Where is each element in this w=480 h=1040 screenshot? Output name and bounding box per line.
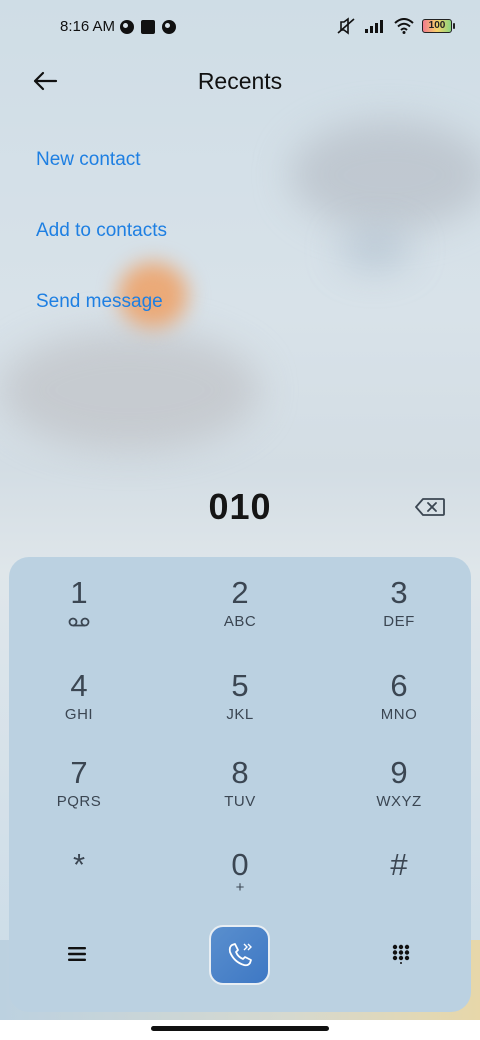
key-5[interactable]: 5 JKL [170,668,310,746]
key-digit: 1 [70,575,88,610]
key-letters: TUV [224,793,256,810]
key-letters: ABC [223,613,257,630]
key-digit: 6 [390,668,408,703]
key-letters: GHI [64,706,94,723]
background-blur [290,120,480,230]
mute-icon [337,17,355,35]
background-blur [340,230,410,270]
wifi-icon [394,18,414,34]
key-digit: 5 [231,668,249,703]
key-digit: 8 [231,755,249,790]
battery-icon: 100 [422,19,455,33]
status-bar: 8:16 AM 100 [0,0,480,56]
key-4[interactable]: 4 GHI [9,668,149,746]
add-to-contacts-link[interactable]: Add to contacts [36,220,167,242]
key-letters: PQRS [56,793,102,810]
status-time: 8:16 AM [60,18,116,35]
key-letters: DEF [383,613,415,630]
phone-call-icon [228,943,252,967]
key-7[interactable]: 7 PQRS [9,755,149,833]
key-9[interactable]: 9 WXYZ [329,755,469,833]
key-digit: 9 [390,755,408,790]
key-hash[interactable]: # [329,847,469,925]
new-contact-link[interactable]: New contact [36,149,141,171]
backspace-icon [415,498,445,516]
key-2[interactable]: 2 ABC [170,575,310,653]
key-6[interactable]: 6 MNO [329,668,469,746]
system-icons: 100 [336,17,455,35]
key-letters: MNO [380,706,418,723]
square-icon [141,20,155,34]
call-button[interactable] [209,925,270,985]
key-letters: JKL [226,706,254,723]
key-0[interactable]: 0 + [170,847,310,925]
key-digit: # [390,847,408,882]
key-8[interactable]: 8 TUV [170,755,310,833]
key-digit: 0 [231,847,249,882]
navigation-bar [0,1020,480,1040]
notification-icons [120,20,176,34]
key-digit: * [72,847,86,882]
pie-icon [162,20,176,34]
key-digit: 7 [70,755,88,790]
key-letters: + [235,879,245,896]
keypad-grid-icon [392,944,410,964]
key-digit: 2 [231,575,249,610]
key-1[interactable]: 1 [9,575,149,653]
voicemail-icon [68,617,90,627]
home-indicator[interactable] [151,1026,329,1031]
pie-icon [120,20,134,34]
menu-icon [68,947,86,961]
key-star[interactable]: * [9,847,149,925]
key-letters: WXYZ [376,793,422,810]
menu-button[interactable] [65,942,89,966]
backspace-button[interactable] [410,492,450,522]
page-title: Recents [197,68,283,94]
key-digit: 4 [70,668,88,703]
send-message-link[interactable]: Send message [36,291,163,313]
keypad-toggle-button[interactable] [389,942,413,966]
key-3[interactable]: 3 DEF [329,575,469,653]
key-digit: 3 [390,575,408,610]
background-blur [0,330,260,450]
dial-keypad: 1 2 ABC 3 DEF 4 GHI 5 JKL 6 MNO 7 PQRS 8… [9,557,471,1012]
dialed-number: 010 [208,486,272,527]
signal-icon [365,20,383,33]
